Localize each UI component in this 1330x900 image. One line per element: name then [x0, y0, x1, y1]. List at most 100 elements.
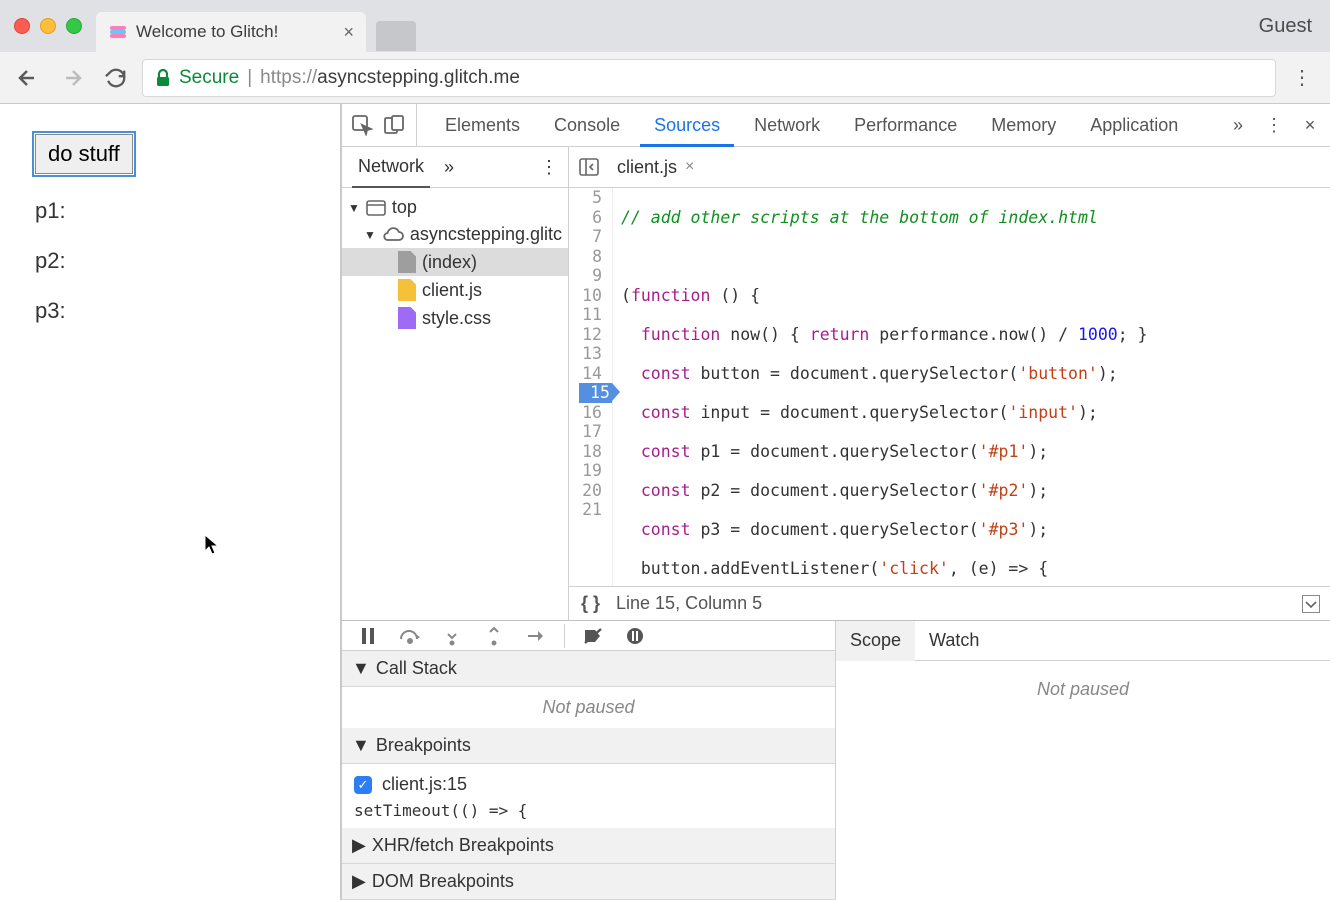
panel-tab-performance[interactable]: Performance	[840, 104, 971, 147]
disclosure-icon: ▶	[352, 871, 366, 892]
call-stack-header[interactable]: ▼Call Stack	[342, 651, 835, 687]
navigator-tab-network[interactable]: Network	[352, 147, 430, 188]
new-tab-button[interactable]	[376, 21, 416, 51]
document-icon	[398, 251, 416, 273]
address-bar[interactable]: Secure | https://asyncstepping.glitch.me	[142, 59, 1276, 97]
step-into-button[interactable]	[438, 622, 466, 650]
tree-file-clientjs[interactable]: client.js	[342, 276, 568, 304]
devtools-panel: Elements Console Sources Network Perform…	[341, 104, 1330, 900]
deactivate-breakpoints-button[interactable]	[579, 622, 607, 650]
window-icon	[366, 200, 386, 216]
panel-tab-application[interactable]: Application	[1076, 104, 1192, 147]
panel-tab-sources[interactable]: Sources	[640, 104, 734, 147]
url-text: https://asyncstepping.glitch.me	[260, 67, 520, 89]
tree-label: style.css	[422, 308, 491, 329]
device-toggle-button[interactable]	[380, 111, 408, 139]
browser-toolbar: Secure | https://asyncstepping.glitch.me…	[0, 52, 1330, 104]
editor-content[interactable]: 56789101112131415161718192021 // add oth…	[569, 188, 1330, 586]
tree-file-index[interactable]: (index)	[342, 248, 568, 276]
forward-button[interactable]	[54, 60, 90, 96]
back-button[interactable]	[10, 60, 46, 96]
breakpoint-checkbox[interactable]: ✓	[354, 776, 372, 794]
tree-label: client.js	[422, 280, 482, 301]
close-icon[interactable]: ×	[685, 158, 694, 176]
profile-label[interactable]: Guest	[1259, 15, 1312, 38]
code-text[interactable]: // add other scripts at the bottom of in…	[613, 188, 1156, 586]
editor-status-bar: { } Line 15, Column 5	[569, 586, 1330, 620]
call-stack-state: Not paused	[342, 687, 835, 728]
xhr-breakpoints-header[interactable]: ▶XHR/fetch Breakpoints	[342, 828, 835, 864]
breakpoint-entry[interactable]: ✓ client.js:15 setTimeout(() => {	[342, 764, 835, 828]
favicon-icon	[108, 22, 128, 42]
watch-tab[interactable]: Watch	[915, 621, 993, 661]
cloud-icon	[382, 227, 404, 243]
panel-overflow-button[interactable]: »	[1224, 111, 1252, 139]
code-editor: client.js × 5678910111213141516171819202…	[569, 147, 1330, 620]
panel-tab-memory[interactable]: Memory	[977, 104, 1070, 147]
toggle-navigator-button[interactable]	[575, 153, 603, 181]
url-separator: |	[247, 67, 252, 89]
browser-chrome: Welcome to Glitch! × Guest Secure | http…	[0, 0, 1330, 104]
collapse-button[interactable]	[1302, 595, 1320, 613]
panel-tab-network[interactable]: Network	[740, 104, 834, 147]
breakpoint-code: setTimeout(() => {	[354, 797, 823, 820]
inspect-element-button[interactable]	[348, 111, 376, 139]
editor-tab-label: client.js	[617, 157, 677, 178]
file-tree: ▼ top ▼ asyncstepping.glitc (index)	[342, 188, 568, 338]
paragraph-p2: p2:	[35, 248, 305, 274]
panel-tab-elements[interactable]: Elements	[431, 104, 534, 147]
scope-tab[interactable]: Scope	[836, 621, 915, 661]
sources-navigator: Network » ⋮ ▼ top ▼ asyncstepping.glitc	[342, 147, 569, 620]
window-controls	[0, 18, 96, 34]
devtools-close-button[interactable]: ×	[1296, 111, 1324, 139]
mouse-cursor-icon	[204, 534, 220, 556]
tree-domain[interactable]: ▼ asyncstepping.glitc	[342, 221, 568, 248]
line-gutter[interactable]: 56789101112131415161718192021	[569, 188, 613, 586]
minimize-window-button[interactable]	[40, 18, 56, 34]
tab-close-button[interactable]: ×	[343, 22, 354, 43]
disclosure-icon: ▶	[352, 835, 366, 856]
tree-file-stylecss[interactable]: style.css	[342, 304, 568, 332]
step-over-button[interactable]	[396, 622, 424, 650]
close-window-button[interactable]	[14, 18, 30, 34]
debugger-controls	[342, 621, 835, 651]
step-button[interactable]	[522, 622, 550, 650]
lock-icon	[155, 69, 171, 87]
disclosure-icon: ▼	[364, 228, 376, 242]
dom-breakpoints-header[interactable]: ▶DOM Breakpoints	[342, 864, 835, 900]
tree-label: top	[392, 197, 417, 218]
pretty-print-button[interactable]: { }	[581, 593, 600, 614]
js-file-icon	[398, 279, 416, 301]
scope-state: Not paused	[836, 669, 1330, 710]
navigator-header: Network » ⋮	[342, 147, 568, 188]
breakpoint-label: client.js:15	[382, 774, 467, 795]
css-file-icon	[398, 307, 416, 329]
chrome-menu-button[interactable]: ⋮	[1284, 60, 1320, 96]
do-stuff-button[interactable]: do stuff	[35, 134, 133, 174]
devtools-settings-button[interactable]: ⋮	[1260, 111, 1288, 139]
disclosure-icon: ▼	[352, 735, 370, 756]
navigator-overflow-button[interactable]: »	[444, 157, 454, 178]
navigator-menu-button[interactable]: ⋮	[540, 157, 558, 178]
editor-tab-clientjs[interactable]: client.js ×	[607, 147, 704, 188]
pause-on-exceptions-button[interactable]	[621, 622, 649, 650]
step-out-button[interactable]	[480, 622, 508, 650]
disclosure-icon: ▼	[352, 658, 370, 679]
paragraph-p3: p3:	[35, 298, 305, 324]
webpage-viewport: do stuff p1: p2: p3:	[0, 104, 341, 900]
secure-label: Secure	[179, 67, 239, 89]
devtools-tabs: Elements Console Sources Network Perform…	[342, 104, 1330, 147]
pause-button[interactable]	[354, 622, 382, 650]
title-bar: Welcome to Glitch! × Guest	[0, 0, 1330, 52]
scope-watch-tabs: Scope Watch	[836, 621, 1330, 661]
disclosure-icon: ▼	[348, 201, 360, 215]
reload-button[interactable]	[98, 60, 134, 96]
cursor-position: Line 15, Column 5	[616, 593, 762, 614]
maximize-window-button[interactable]	[66, 18, 82, 34]
tab-title: Welcome to Glitch!	[136, 22, 335, 42]
debugger-right: Scope Watch Not paused	[836, 621, 1330, 900]
breakpoints-header[interactable]: ▼Breakpoints	[342, 728, 835, 764]
panel-tab-console[interactable]: Console	[540, 104, 634, 147]
browser-tab[interactable]: Welcome to Glitch! ×	[96, 12, 366, 52]
tree-top[interactable]: ▼ top	[342, 194, 568, 221]
